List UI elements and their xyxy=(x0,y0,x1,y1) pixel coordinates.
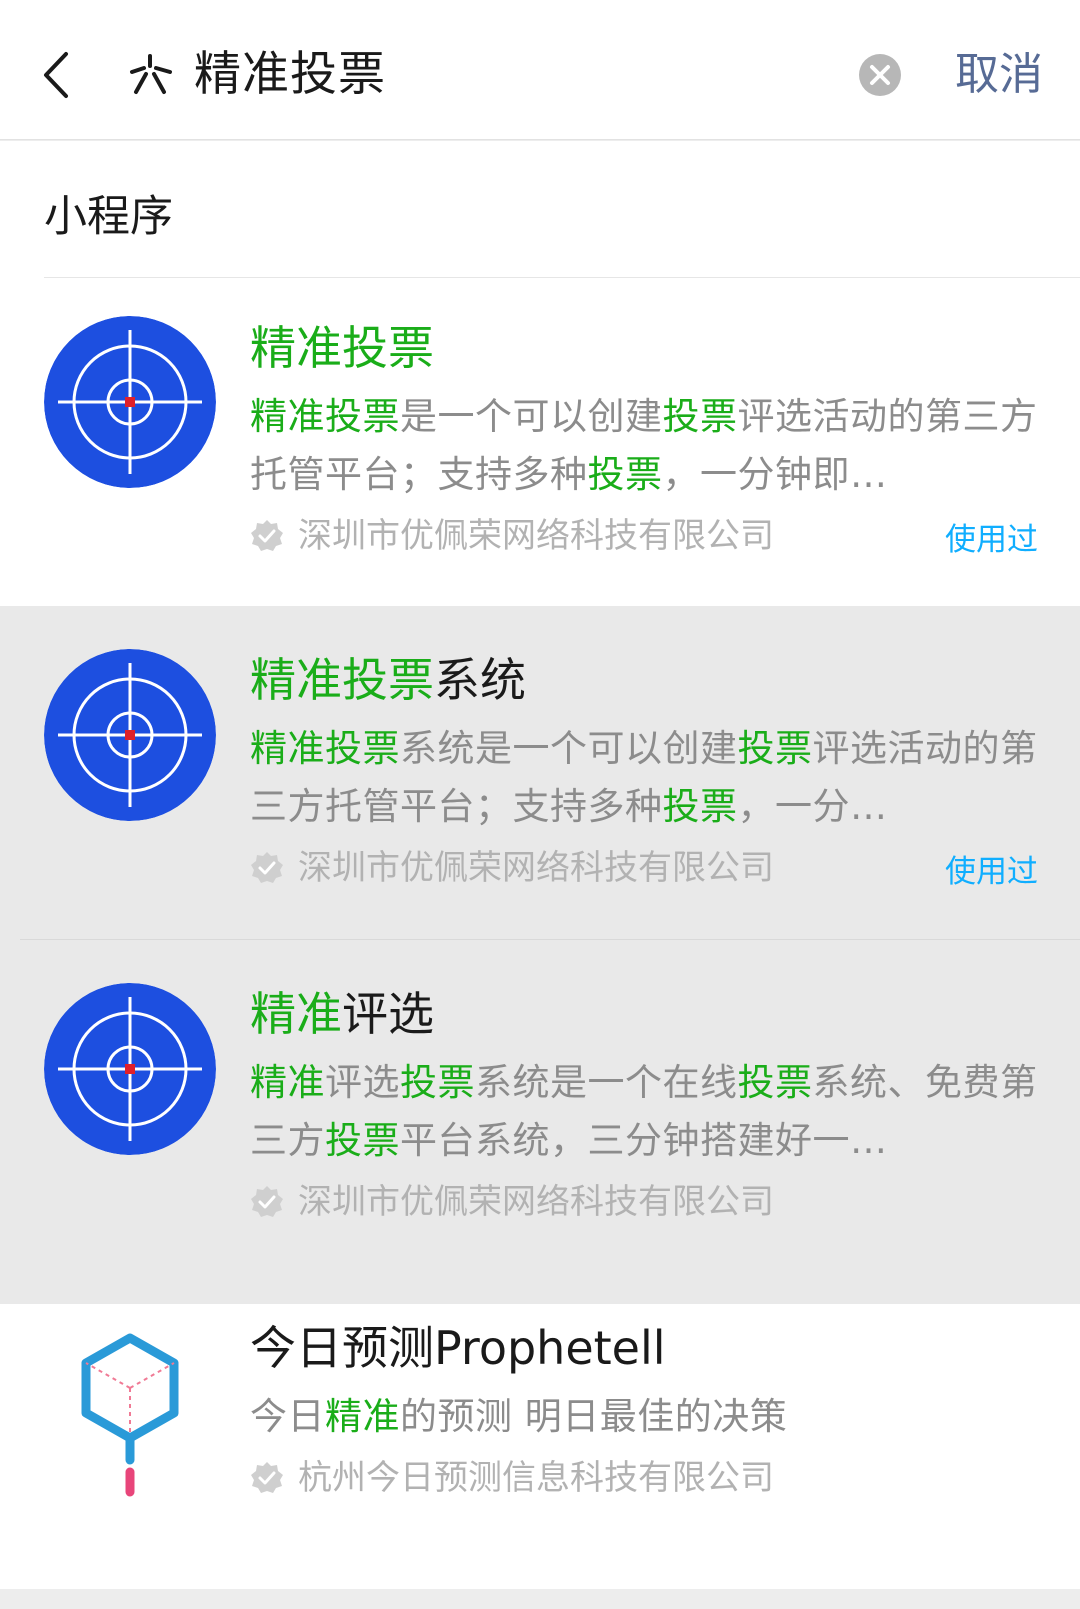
result-title: 精准评选 xyxy=(250,987,434,1041)
used-badge: 使用过 xyxy=(945,854,1038,890)
section-header: 小程序 xyxy=(0,141,1080,278)
result-company: 深圳市优佩荣网络科技有限公司 xyxy=(250,1178,1040,1226)
result-description: 精准投票是一个可以创建投票评选活动的第三方托管平台；支持多种投票，一分钟即… xyxy=(250,395,1038,496)
result-title: 精准投票 xyxy=(250,321,434,375)
result-description: 精准评选投票系统是一个在线投票系统、免费第三方投票平台系统，三分钟搭建好一… xyxy=(250,1061,1038,1162)
result-description: 精准投票系统是一个可以创建投票评选活动的第三方托管平台；支持多种投票，一分… xyxy=(250,727,1038,828)
result-item[interactable]: 精准投票系统 精准投票系统是一个可以创建投票评选活动的第三方托管平台；支持多种投… xyxy=(0,606,1080,940)
section-title: 小程序 xyxy=(44,192,173,242)
verified-badge-icon xyxy=(251,1462,283,1493)
result-company: 深圳市优佩荣网络科技有限公司 xyxy=(250,512,1040,560)
target-crosshair-icon xyxy=(44,983,216,1155)
used-badge: 使用过 xyxy=(945,522,1038,558)
search-bar: 精准投票 取消 xyxy=(0,0,1080,140)
wechat-search-icon xyxy=(130,54,172,94)
result-company: 杭州今日预测信息科技有限公司 xyxy=(250,1454,1040,1502)
search-input[interactable]: 精准投票 xyxy=(194,44,386,106)
hexagon-cube-pin-icon xyxy=(81,1333,179,1497)
chevron-left-icon[interactable] xyxy=(34,48,82,102)
target-crosshair-icon xyxy=(44,649,216,821)
clear-circle-icon[interactable] xyxy=(858,53,902,97)
result-item[interactable]: 今日预测Prophetell 今日精准的预测 明日最佳的决策 杭州今日预测信息科… xyxy=(0,1304,1080,1589)
target-crosshair-icon xyxy=(44,316,216,488)
verified-badge-icon xyxy=(251,852,283,883)
result-title: 今日预测Prophetell xyxy=(250,1321,666,1375)
result-company: 深圳市优佩荣网络科技有限公司 xyxy=(250,844,1040,892)
result-item[interactable]: 精准评选 精准评选投票系统是一个在线投票系统、免费第三方投票平台系统，三分钟搭建… xyxy=(0,940,1080,1304)
result-description: 今日精准的预测 明日最佳的决策 xyxy=(250,1395,788,1438)
verified-badge-icon xyxy=(251,1186,283,1217)
result-title: 精准投票系统 xyxy=(250,653,526,707)
cancel-button[interactable]: 取消 xyxy=(955,44,1043,106)
verified-badge-icon xyxy=(251,520,283,551)
result-item[interactable]: 精准投票 精准投票是一个可以创建投票评选活动的第三方托管平台；支持多种投票，一分… xyxy=(0,278,1080,606)
